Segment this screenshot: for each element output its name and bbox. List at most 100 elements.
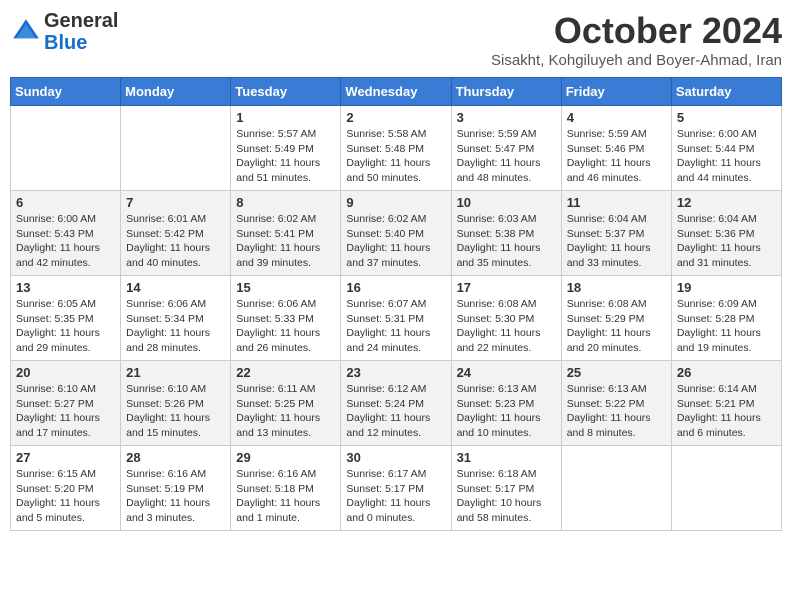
- day-number: 27: [16, 450, 115, 465]
- day-number: 10: [457, 195, 556, 210]
- day-number: 21: [126, 365, 225, 380]
- day-number: 26: [677, 365, 776, 380]
- day-number: 31: [457, 450, 556, 465]
- calendar-cell: 19 Sunrise: 6:09 AMSunset: 5:28 PMDayligh…: [671, 276, 781, 361]
- cell-info: Sunrise: 6:05 AMSunset: 5:35 PMDaylight:…: [16, 297, 115, 356]
- day-number: 17: [457, 280, 556, 295]
- day-number: 11: [567, 195, 666, 210]
- day-number: 2: [346, 110, 445, 125]
- location-title: Sisakht, Kohgiluyeh and Boyer-Ahmad, Ira…: [491, 52, 782, 69]
- cell-info: Sunrise: 6:09 AMSunset: 5:28 PMDaylight:…: [677, 297, 776, 356]
- day-number: 20: [16, 365, 115, 380]
- cell-info: Sunrise: 6:07 AMSunset: 5:31 PMDaylight:…: [346, 297, 445, 356]
- calendar-cell: 31 Sunrise: 6:18 AMSunset: 5:17 PMDayligh…: [451, 446, 561, 531]
- cell-info: Sunrise: 6:02 AMSunset: 5:41 PMDaylight:…: [236, 212, 335, 271]
- week-row-2: 6 Sunrise: 6:00 AMSunset: 5:43 PMDaylight…: [11, 191, 782, 276]
- week-row-4: 20 Sunrise: 6:10 AMSunset: 5:27 PMDayligh…: [11, 361, 782, 446]
- day-number: 28: [126, 450, 225, 465]
- day-number: 22: [236, 365, 335, 380]
- calendar-cell: 13Sunrise: 6:05 AMSunset: 5:35 PMDayligh…: [11, 276, 121, 361]
- day-number: 3: [457, 110, 556, 125]
- page-header: General Blue October 2024 Sisakht, Kohgi…: [10, 10, 782, 69]
- calendar-cell: 5 Sunrise: 6:00 AMSunset: 5:44 PMDaylight…: [671, 106, 781, 191]
- cell-info: Sunrise: 6:04 AMSunset: 5:36 PMDaylight:…: [677, 212, 776, 271]
- day-number: 29: [236, 450, 335, 465]
- calendar-cell: 16 Sunrise: 6:07 AMSunset: 5:31 PMDayligh…: [341, 276, 451, 361]
- day-number: 16: [346, 280, 445, 295]
- calendar-cell: 15Sunrise: 6:06 AMSunset: 5:33 PMDayligh…: [231, 276, 341, 361]
- day-header-thursday: Thursday: [451, 78, 561, 106]
- calendar-cell: [121, 106, 231, 191]
- logo-icon: [10, 16, 42, 48]
- day-header-tuesday: Tuesday: [231, 78, 341, 106]
- day-number: 24: [457, 365, 556, 380]
- cell-info: Sunrise: 6:15 AMSunset: 5:20 PMDaylight:…: [16, 467, 115, 526]
- cell-info: Sunrise: 6:18 AMSunset: 5:17 PMDaylight:…: [457, 467, 556, 526]
- day-number: 8: [236, 195, 335, 210]
- day-number: 19: [677, 280, 776, 295]
- week-row-5: 27 Sunrise: 6:15 AMSunset: 5:20 PMDayligh…: [11, 446, 782, 531]
- cell-info: Sunrise: 6:12 AMSunset: 5:24 PMDaylight:…: [346, 382, 445, 441]
- week-row-3: 13Sunrise: 6:05 AMSunset: 5:35 PMDayligh…: [11, 276, 782, 361]
- calendar-cell: 17 Sunrise: 6:08 AMSunset: 5:30 PMDayligh…: [451, 276, 561, 361]
- day-number: 23: [346, 365, 445, 380]
- calendar-cell: 11 Sunrise: 6:04 AMSunset: 5:37 PMDayligh…: [561, 191, 671, 276]
- cell-info: Sunrise: 6:14 AMSunset: 5:21 PMDaylight:…: [677, 382, 776, 441]
- cell-info: Sunrise: 6:11 AMSunset: 5:25 PMDaylight:…: [236, 382, 335, 441]
- day-number: 12: [677, 195, 776, 210]
- cell-info: Sunrise: 5:58 AMSunset: 5:48 PMDaylight:…: [346, 127, 445, 186]
- calendar-cell: 9Sunrise: 6:02 AMSunset: 5:40 PMDaylight…: [341, 191, 451, 276]
- cell-info: Sunrise: 6:16 AMSunset: 5:18 PMDaylight:…: [236, 467, 335, 526]
- header-row: SundayMondayTuesdayWednesdayThursdayFrid…: [11, 78, 782, 106]
- calendar-cell: 27 Sunrise: 6:15 AMSunset: 5:20 PMDayligh…: [11, 446, 121, 531]
- day-number: 6: [16, 195, 115, 210]
- cell-info: Sunrise: 6:01 AMSunset: 5:42 PMDaylight:…: [126, 212, 225, 271]
- calendar-cell: 22 Sunrise: 6:11 AMSunset: 5:25 PMDayligh…: [231, 361, 341, 446]
- cell-info: Sunrise: 6:06 AMSunset: 5:33 PMDaylight:…: [236, 297, 335, 356]
- calendar-cell: 29 Sunrise: 6:16 AMSunset: 5:18 PMDayligh…: [231, 446, 341, 531]
- cell-info: Sunrise: 5:59 AMSunset: 5:46 PMDaylight:…: [567, 127, 666, 186]
- day-header-wednesday: Wednesday: [341, 78, 451, 106]
- cell-info: Sunrise: 6:04 AMSunset: 5:37 PMDaylight:…: [567, 212, 666, 271]
- calendar-cell: [561, 446, 671, 531]
- calendar-cell: 21 Sunrise: 6:10 AMSunset: 5:26 PMDayligh…: [121, 361, 231, 446]
- day-number: 4: [567, 110, 666, 125]
- calendar-cell: 26 Sunrise: 6:14 AMSunset: 5:21 PMDayligh…: [671, 361, 781, 446]
- calendar-cell: 10Sunrise: 6:03 AMSunset: 5:38 PMDayligh…: [451, 191, 561, 276]
- cell-info: Sunrise: 6:08 AMSunset: 5:30 PMDaylight:…: [457, 297, 556, 356]
- calendar-cell: 2 Sunrise: 5:58 AMSunset: 5:48 PMDaylight…: [341, 106, 451, 191]
- week-row-1: 1 Sunrise: 5:57 AMSunset: 5:49 PMDaylight…: [11, 106, 782, 191]
- cell-info: Sunrise: 6:00 AMSunset: 5:44 PMDaylight:…: [677, 127, 776, 186]
- calendar-cell: 18Sunrise: 6:08 AMSunset: 5:29 PMDayligh…: [561, 276, 671, 361]
- calendar-cell: 24Sunrise: 6:13 AMSunset: 5:23 PMDayligh…: [451, 361, 561, 446]
- day-number: 1: [236, 110, 335, 125]
- calendar-cell: 25 Sunrise: 6:13 AMSunset: 5:22 PMDayligh…: [561, 361, 671, 446]
- calendar-cell: 7 Sunrise: 6:01 AMSunset: 5:42 PMDaylight…: [121, 191, 231, 276]
- cell-info: Sunrise: 6:10 AMSunset: 5:26 PMDaylight:…: [126, 382, 225, 441]
- calendar-cell: 14 Sunrise: 6:06 AMSunset: 5:34 PMDayligh…: [121, 276, 231, 361]
- day-header-monday: Monday: [121, 78, 231, 106]
- title-block: October 2024 Sisakht, Kohgiluyeh and Boy…: [491, 10, 782, 69]
- day-number: 7: [126, 195, 225, 210]
- calendar-cell: [671, 446, 781, 531]
- cell-info: Sunrise: 6:06 AMSunset: 5:34 PMDaylight:…: [126, 297, 225, 356]
- calendar-cell: 20 Sunrise: 6:10 AMSunset: 5:27 PMDayligh…: [11, 361, 121, 446]
- cell-info: Sunrise: 5:59 AMSunset: 5:47 PMDaylight:…: [457, 127, 556, 186]
- day-number: 30: [346, 450, 445, 465]
- calendar-cell: 6 Sunrise: 6:00 AMSunset: 5:43 PMDaylight…: [11, 191, 121, 276]
- cell-info: Sunrise: 6:02 AMSunset: 5:40 PMDaylight:…: [346, 212, 445, 271]
- day-number: 18: [567, 280, 666, 295]
- calendar-cell: 23 Sunrise: 6:12 AMSunset: 5:24 PMDayligh…: [341, 361, 451, 446]
- cell-info: Sunrise: 5:57 AMSunset: 5:49 PMDaylight:…: [236, 127, 335, 186]
- cell-info: Sunrise: 6:13 AMSunset: 5:22 PMDaylight:…: [567, 382, 666, 441]
- calendar-table: SundayMondayTuesdayWednesdayThursdayFrid…: [10, 77, 782, 531]
- day-number: 5: [677, 110, 776, 125]
- cell-info: Sunrise: 6:10 AMSunset: 5:27 PMDaylight:…: [16, 382, 115, 441]
- day-header-saturday: Saturday: [671, 78, 781, 106]
- calendar-cell: 4 Sunrise: 5:59 AMSunset: 5:46 PMDaylight…: [561, 106, 671, 191]
- calendar-cell: 30Sunrise: 6:17 AMSunset: 5:17 PMDayligh…: [341, 446, 451, 531]
- day-number: 14: [126, 280, 225, 295]
- calendar-cell: 3 Sunrise: 5:59 AMSunset: 5:47 PMDaylight…: [451, 106, 561, 191]
- cell-info: Sunrise: 6:00 AMSunset: 5:43 PMDaylight:…: [16, 212, 115, 271]
- day-number: 25: [567, 365, 666, 380]
